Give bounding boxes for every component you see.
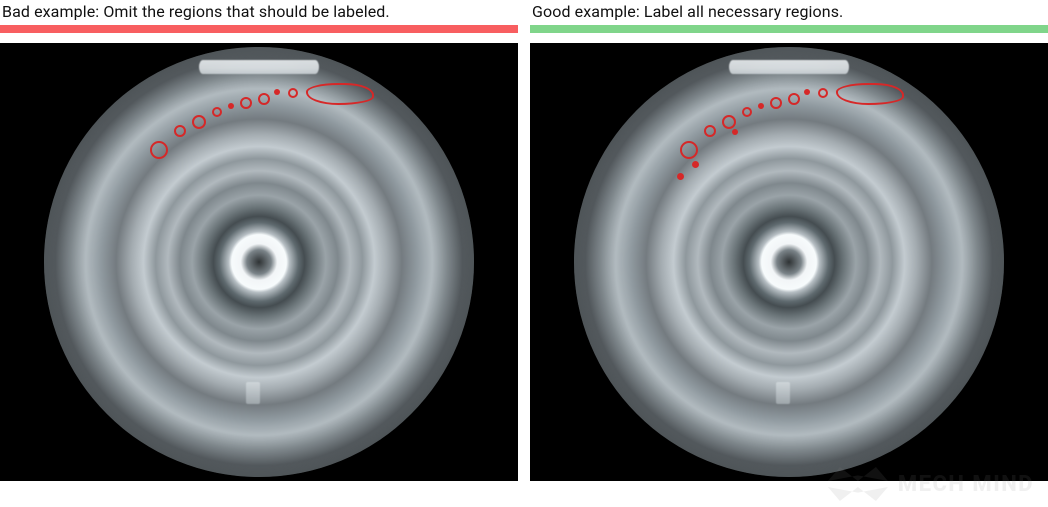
annotation-dot (692, 161, 699, 168)
disc-illustration (44, 47, 474, 477)
annotation-circle (680, 141, 698, 159)
bad-example-bar (0, 25, 518, 33)
annotation-circle (192, 115, 206, 129)
bad-example-column: Bad example: Omit the regions that shoul… (0, 0, 518, 481)
annotation-circle (288, 88, 298, 98)
columns: Bad example: Omit the regions that shoul… (0, 0, 1048, 481)
annotation-circle (240, 97, 252, 109)
annotation-circle (770, 97, 782, 109)
annotation-circle (704, 125, 716, 137)
annotation-blob (306, 83, 374, 105)
bad-example-caption: Bad example: Omit the regions that shoul… (0, 0, 518, 25)
annotation-circle (722, 115, 736, 129)
disc-illustration (574, 47, 1004, 477)
good-example-caption: Good example: Label all necessary region… (530, 0, 1048, 25)
bad-example-image (0, 43, 518, 481)
annotation-circle (818, 88, 828, 98)
annotation-dot (758, 103, 764, 109)
annotation-circle (788, 93, 800, 105)
annotation-circle (174, 125, 186, 137)
good-example-bar (530, 25, 1048, 33)
annotation-circle (742, 107, 752, 117)
annotation-circle (212, 107, 222, 117)
annotation-dot (732, 129, 738, 135)
annotation-circle (150, 141, 168, 159)
good-example-image (530, 43, 1048, 481)
annotation-dot (804, 89, 810, 95)
annotation-dot (228, 103, 234, 109)
annotation-dot (677, 173, 684, 180)
comparison-figure: Bad example: Omit the regions that shoul… (0, 0, 1048, 507)
annotation-dot (274, 89, 280, 95)
annotation-blob (836, 83, 904, 105)
annotation-circle (258, 93, 270, 105)
good-example-column: Good example: Label all necessary region… (530, 0, 1048, 481)
